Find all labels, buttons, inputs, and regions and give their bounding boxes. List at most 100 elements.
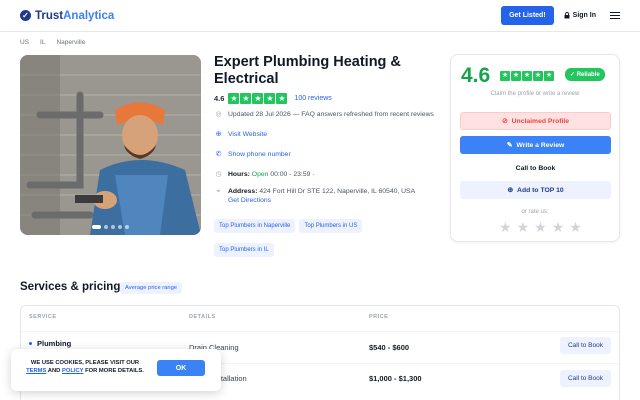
hours-time: 00:00 - 23:59 · bbox=[270, 171, 315, 178]
edit-icon: ✎ bbox=[506, 142, 513, 149]
logo-text-trust: Trust bbox=[35, 9, 64, 22]
star-icon: ★ bbox=[264, 93, 276, 104]
unclaimed-profile-button[interactable]: ⊘ Unclaimed Profile bbox=[460, 112, 611, 130]
brand-logo[interactable]: ✓ Trust Analytica bbox=[20, 10, 114, 22]
call-to-book-row-button[interactable]: Call to Book bbox=[559, 370, 611, 387]
service-price: $1,000 - $1,300 bbox=[369, 374, 422, 383]
breadcrumb-state[interactable]: IL bbox=[40, 39, 45, 46]
add-to-top10-button[interactable]: ⊕ Add to TOP 10 bbox=[460, 181, 611, 199]
website-row[interactable]: ⊕ Visit Website bbox=[214, 130, 442, 139]
call-to-book-label: Call to Book bbox=[515, 164, 556, 172]
call-to-book-button[interactable]: Call to Book bbox=[460, 159, 611, 177]
rate-star-icon[interactable]: ★ bbox=[552, 220, 565, 234]
sign-in-link[interactable]: Sign In bbox=[564, 12, 596, 19]
show-phone-link[interactable]: Show phone number bbox=[228, 150, 291, 159]
reliable-badge: ✓ Reliable bbox=[565, 68, 605, 81]
breadcrumb-country[interactable]: US bbox=[20, 39, 29, 46]
rate-star-icon[interactable]: ★ bbox=[534, 220, 547, 234]
hamburger-menu-icon[interactable] bbox=[610, 11, 620, 20]
info-pin-icon: ◎ bbox=[215, 111, 222, 118]
updated-text: Updated 28 Jul 2026 — FAQ answers refres… bbox=[228, 111, 434, 118]
rate-star-icon[interactable]: ★ bbox=[499, 220, 512, 234]
chip-top-plumbers-us[interactable]: Top Plumbers in US bbox=[299, 219, 363, 233]
get-directions-link[interactable]: Get Directions bbox=[228, 197, 271, 204]
category-chips: Top Plumbers in Naperville Top Plumbers i… bbox=[214, 214, 442, 233]
carousel-dot[interactable] bbox=[118, 225, 122, 229]
cookie-text-post: FOR MORE DETAILS. bbox=[85, 368, 144, 374]
carousel-dot[interactable] bbox=[104, 225, 108, 229]
overall-score: 4.6 bbox=[461, 64, 491, 87]
policy-link[interactable]: POLICY bbox=[62, 368, 83, 374]
check-circle-icon: ✓ bbox=[570, 72, 576, 78]
chip-top-plumbers-naperville[interactable]: Top Plumbers in Naperville bbox=[214, 219, 296, 233]
lock-icon bbox=[564, 12, 570, 19]
column-header-price: PRICE bbox=[369, 314, 389, 320]
service-price: $540 - $600 bbox=[369, 343, 410, 352]
bullet-icon bbox=[29, 342, 32, 345]
location-pin-icon: ⌖ bbox=[216, 188, 221, 195]
rating-stars: ★ ★ ★ ★ ★ bbox=[228, 93, 288, 104]
top-header: ✓ Trust Analytica Get Listed! Sign In bbox=[0, 0, 640, 32]
business-info: Expert Plumbing Heating & Electrical 4.6… bbox=[214, 54, 442, 257]
hours-status: Open bbox=[251, 171, 269, 178]
cookie-message: WE USE COOKIES, PLEASE VISIT OUR TERMS A… bbox=[21, 359, 149, 375]
breadcrumb-city[interactable]: Naperville bbox=[56, 39, 85, 46]
column-header-service: SERVICE bbox=[29, 314, 57, 320]
card-subtitle: Claim the profile or write a review bbox=[490, 91, 580, 97]
service-name: Plumbing bbox=[37, 339, 72, 348]
cookie-text-pre: WE USE COOKIES, PLEASE VISIT OUR bbox=[30, 360, 140, 366]
terms-link[interactable]: TERMS bbox=[26, 368, 46, 374]
address-row: ⌖ Address: 424 Fort Hill Dr STE 122, Nap… bbox=[214, 187, 442, 205]
globe-icon: ⊕ bbox=[215, 131, 222, 138]
hours-label: Hours: bbox=[228, 171, 250, 178]
check-shield-icon: ✓ bbox=[20, 10, 31, 21]
phone-icon: ✆ bbox=[215, 151, 222, 158]
get-listed-button[interactable]: Get Listed! bbox=[501, 6, 554, 25]
plumber-photo-image bbox=[20, 55, 201, 235]
carousel-dot[interactable] bbox=[92, 225, 101, 229]
reviews-link[interactable]: 100 reviews bbox=[294, 95, 331, 102]
rating-row: 4.6 ★ ★ ★ ★ ★ 100 reviews bbox=[214, 93, 442, 104]
visit-website-link[interactable]: Visit Website bbox=[228, 130, 267, 139]
carousel-dot[interactable] bbox=[111, 225, 115, 229]
plus-circle-icon: ⊕ bbox=[507, 187, 514, 194]
star-icon: ★ bbox=[228, 93, 240, 104]
services-title: Services & pricing bbox=[20, 281, 121, 293]
star-icon: ★ bbox=[500, 71, 510, 81]
rating-card: 4.6 ★ ★ ★ ★ ★ ✓ Reliable Claim the profile o… bbox=[450, 54, 620, 242]
write-review-button[interactable]: ✎ Write a Review bbox=[460, 136, 611, 154]
rate-star-icon[interactable]: ★ bbox=[517, 220, 530, 234]
add-top10-label: Add to TOP 10 bbox=[517, 186, 564, 194]
write-review-label: Write a Review bbox=[516, 141, 565, 149]
star-icon: ★ bbox=[276, 93, 288, 104]
card-rating-stars: ★ ★ ★ ★ ★ bbox=[500, 71, 554, 81]
address-text: 424 Fort Hill Dr STE 122, Naperville, IL… bbox=[259, 188, 416, 195]
cookie-text-and: AND bbox=[47, 368, 61, 374]
cookie-ok-button[interactable]: OK bbox=[157, 360, 205, 376]
logo-text-analytica: Analytica bbox=[63, 9, 115, 22]
phone-row[interactable]: ✆ Show phone number bbox=[214, 150, 442, 159]
rate-us-stars: ★ ★ ★ ★ ★ bbox=[499, 220, 582, 234]
unclaimed-label: Unclaimed Profile bbox=[511, 117, 570, 125]
star-icon: ★ bbox=[252, 93, 264, 104]
clock-icon: ◷ bbox=[215, 171, 222, 178]
chip-top-plumbers-il[interactable]: Top Plumbers in IL bbox=[214, 243, 274, 257]
star-icon: ★ bbox=[533, 71, 543, 81]
cookie-banner: WE USE COOKIES, PLEASE VISIT OUR TERMS A… bbox=[11, 349, 221, 391]
breadcrumb: US IL Naperville bbox=[20, 39, 85, 46]
business-photo[interactable] bbox=[20, 55, 201, 235]
rate-us-label: or rate us: bbox=[521, 209, 549, 215]
carousel-dots bbox=[20, 225, 201, 229]
prohibited-icon: ⊘ bbox=[501, 118, 508, 125]
rate-star-icon[interactable]: ★ bbox=[569, 220, 582, 234]
address-label: Address: bbox=[228, 188, 258, 195]
sign-in-label: Sign In bbox=[572, 12, 596, 19]
call-to-book-row-button[interactable]: Call to Book bbox=[559, 337, 611, 354]
carousel-dot[interactable] bbox=[125, 225, 129, 229]
reliable-label: Reliable bbox=[576, 72, 600, 78]
average-price-chip[interactable]: Average price range bbox=[120, 282, 183, 294]
hours-row: ◷ Hours: Open 00:00 - 23:59 · bbox=[214, 170, 442, 179]
updated-row: ◎ Updated 28 Jul 2026 — FAQ answers refr… bbox=[214, 110, 442, 119]
rating-value: 4.6 bbox=[214, 94, 225, 103]
star-icon: ★ bbox=[511, 71, 521, 81]
